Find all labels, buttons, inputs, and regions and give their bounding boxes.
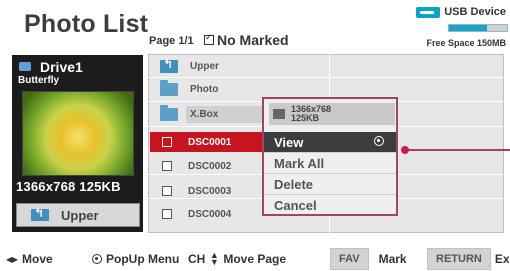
help-popup-menu: PopUp Menu: [92, 252, 179, 266]
checkbox[interactable]: [162, 137, 172, 147]
menu-item-label: View: [274, 134, 304, 150]
preview-resolution: 1366x768: [16, 179, 76, 194]
preview-file-name: Butterfly: [18, 75, 60, 86]
image-icon: [273, 109, 285, 119]
folder-icon: [160, 105, 178, 121]
help-move-page-label: Move Page: [223, 251, 287, 266]
menu-item-label: Cancel: [274, 197, 317, 213]
marked-status: No Marked: [204, 32, 289, 48]
popup-info-size: 125KB: [291, 113, 320, 123]
fav-key: FAV: [330, 247, 369, 270]
help-return-exit: RETURN Exit: [427, 247, 510, 270]
list-item-label: Upper: [190, 61, 219, 72]
checkbox[interactable]: [162, 209, 172, 219]
marked-status-label: No Marked: [217, 32, 289, 48]
selected-radio-icon: [374, 136, 384, 146]
row-divider: [148, 77, 504, 78]
help-move-page: CH ▲ ▼ Move Page: [188, 249, 287, 267]
preview-info: 1366x768 125KB: [16, 179, 121, 194]
drive-name: Drive1: [40, 59, 83, 75]
menu-item-delete[interactable]: Delete: [264, 174, 396, 194]
help-move: ◂▸ Move: [6, 252, 53, 266]
preview-size: 125KB: [79, 179, 121, 194]
upper-folder-icon: [31, 206, 49, 221]
upper-button[interactable]: Upper: [16, 203, 140, 227]
checkbox[interactable]: [162, 161, 172, 171]
free-space-bar: [448, 24, 508, 32]
help-mark-label: Mark: [378, 251, 407, 266]
usb-device-label: USB Device: [444, 6, 506, 18]
list-item-label: DSC0004: [188, 208, 232, 220]
bottom-help-bar: ◂▸ Move PopUp Menu CH ▲ ▼ Move Page FAV M…: [0, 246, 510, 271]
menu-item-label: Mark All: [274, 155, 325, 171]
list-item-label: DSC0001: [188, 136, 232, 148]
popup-pointer-line: [409, 149, 510, 151]
menu-item-view[interactable]: View: [264, 132, 396, 152]
checkbox[interactable]: [162, 186, 172, 196]
menu-item-label: Delete: [274, 176, 314, 192]
drive-icon: [19, 62, 31, 71]
usb-icon: [416, 6, 441, 18]
usb-device-indicator: USB Device: [416, 6, 506, 18]
upper-button-label: Upper: [61, 207, 99, 223]
help-move-label: Move: [22, 251, 53, 266]
popup-pointer-dot: [401, 146, 409, 154]
page-indicator: Page 1/1: [149, 35, 194, 47]
help-fav-mark: FAV Mark: [330, 247, 407, 270]
help-popup-label: PopUp Menu: [106, 251, 180, 266]
folder-icon: [160, 80, 178, 96]
menu-item-mark-all[interactable]: Mark All: [264, 153, 396, 173]
page-title: Photo List: [24, 10, 149, 38]
list-item-label: DSC0003: [188, 185, 232, 197]
free-space-bar-fill: [449, 25, 487, 31]
upper-folder-icon: [160, 57, 178, 73]
help-ch-label: CH: [188, 251, 206, 266]
four-way-arrow-icon: ◂▸: [6, 251, 19, 266]
help-exit-label: Exit: [494, 251, 510, 266]
ok-button-icon: [92, 253, 102, 264]
chevron-up-down-icon: ▲ ▼: [209, 249, 219, 267]
return-key: RETURN: [427, 247, 491, 270]
menu-item-cancel[interactable]: Cancel: [264, 195, 396, 215]
popup-info: 1366x768 125KB: [269, 103, 395, 125]
popup-info-text: 1366x768 125KB: [291, 105, 331, 123]
checkbox-icon: [204, 32, 214, 45]
free-space-label: Free Space 150MB: [426, 38, 506, 48]
list-item-label: Photo: [190, 84, 219, 95]
preview-thumbnail: [22, 91, 134, 176]
list-item-upper[interactable]: Upper: [150, 56, 326, 77]
list-item-label: DSC0002: [188, 160, 232, 172]
